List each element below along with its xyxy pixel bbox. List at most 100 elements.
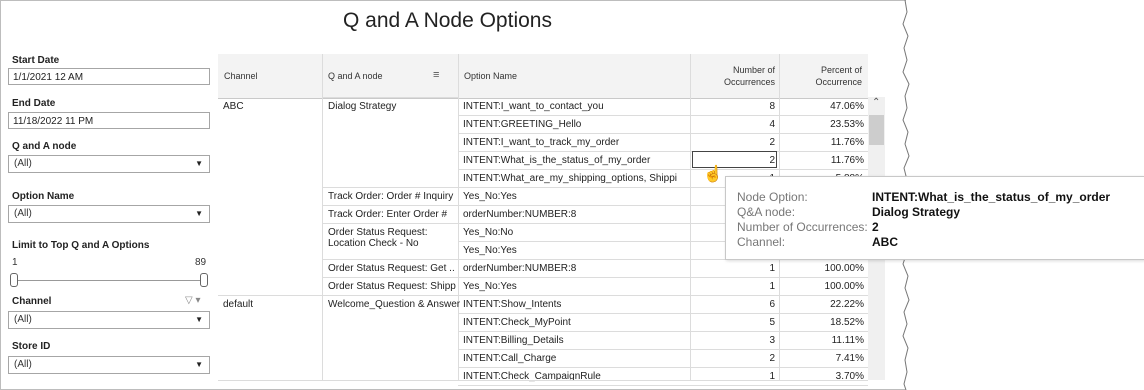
qa-node-select[interactable]: (All) ▼: [8, 155, 210, 173]
node-divider: [322, 277, 458, 278]
hand-cursor-icon: ☝: [703, 166, 723, 183]
cell-qa-node[interactable]: Track Order: Enter Order #: [328, 209, 460, 220]
cell-percent[interactable]: 23.53%: [780, 119, 864, 130]
cell-option-name[interactable]: INTENT:I_want_to_track_my_order: [463, 137, 689, 148]
cell-count[interactable]: 2: [690, 137, 775, 148]
chevron-down-icon: ▼: [195, 209, 203, 218]
scrollbar-thumb[interactable]: [869, 115, 884, 145]
cell-percent[interactable]: 11.11%: [780, 335, 864, 346]
cell-count[interactable]: 3: [690, 335, 775, 346]
end-date-label: End Date: [12, 98, 56, 109]
header-pct-1[interactable]: Percent of: [780, 65, 862, 75]
start-date-label: Start Date: [12, 55, 60, 66]
cell-option-name[interactable]: orderNumber:NUMBER:8: [463, 263, 689, 274]
node-divider: [322, 259, 458, 260]
chevron-down-icon: ▼: [195, 159, 203, 168]
tooltip-value: Dialog Strategy: [872, 205, 961, 219]
limit-label: Limit to Top Q and A Options: [12, 240, 150, 251]
slider-max: 89: [195, 257, 207, 268]
cell-channel[interactable]: ABC: [223, 101, 244, 112]
cell-option-name[interactable]: INTENT:I_want_to_contact_you: [463, 101, 689, 112]
cell-option-name[interactable]: Yes_No:Yes: [463, 191, 689, 202]
group-divider: [218, 295, 322, 296]
header-count-1[interactable]: Number of: [690, 65, 775, 75]
cell-option-name[interactable]: INTENT:Show_Intents: [463, 299, 689, 310]
cell-count[interactable]: 1: [690, 263, 775, 274]
store-select[interactable]: (All) ▼: [8, 356, 210, 374]
cell-option-name[interactable]: Yes_No:No: [463, 227, 689, 238]
cell-qa-node[interactable]: Track Order: Order # Inquiry: [328, 191, 460, 202]
cell-qa-node[interactable]: Order Status Request: Shipp: [328, 281, 460, 292]
cell-percent[interactable]: 22.22%: [780, 299, 864, 310]
cell-option-name[interactable]: INTENT:Check_MyPoint: [463, 317, 689, 328]
row-divider: [458, 169, 868, 170]
cell-option-name[interactable]: Yes_No:Yes: [463, 281, 689, 292]
header-qa-node[interactable]: Q and A node: [328, 71, 383, 81]
cell-option-name[interactable]: INTENT:Billing_Details: [463, 335, 689, 346]
row-divider: [458, 115, 868, 116]
slider-handle-min[interactable]: [10, 273, 18, 287]
row-divider: [458, 277, 868, 278]
cell-count[interactable]: 2: [690, 353, 775, 364]
slider-min: 1: [12, 257, 18, 268]
cell-option-name[interactable]: INTENT:Call_Charge: [463, 353, 689, 364]
row-divider: [458, 385, 868, 386]
node-divider: [322, 223, 458, 224]
cell-qa-node[interactable]: Order Status Request: Location Check - N…: [328, 227, 456, 249]
cell-option-name[interactable]: Yes_No:Yes: [463, 245, 689, 256]
row-divider: [458, 313, 868, 314]
tooltip-value: INTENT:What_is_the_status_of_my_order: [872, 190, 1111, 204]
row-divider: [458, 133, 868, 134]
cell-count[interactable]: 8: [690, 101, 775, 112]
cell-qa-node[interactable]: Order Status Request: Get ..: [328, 263, 460, 274]
header-channel[interactable]: Channel: [224, 71, 258, 81]
cell-percent[interactable]: 100.00%: [780, 263, 864, 274]
store-label: Store ID: [12, 341, 51, 352]
cell-count[interactable]: 4: [690, 119, 775, 130]
node-divider: [322, 187, 458, 188]
cell-option-name[interactable]: orderNumber:NUMBER:8: [463, 209, 689, 220]
start-date-field[interactable]: 1/1/2021 12 AM: [8, 68, 210, 85]
cell-percent[interactable]: 47.06%: [780, 101, 864, 112]
row-divider: [458, 151, 868, 152]
option-name-select[interactable]: (All) ▼: [8, 205, 210, 223]
cell-count[interactable]: 1: [690, 281, 775, 292]
sort-icon[interactable]: ≡: [433, 69, 439, 81]
tooltip-key: Number of Occurrences:: [737, 220, 868, 234]
cell-option-name[interactable]: INTENT:GREETING_Hello: [463, 119, 689, 130]
cell-qa-node[interactable]: Dialog Strategy: [328, 101, 460, 112]
header-pct-2[interactable]: Occurrence: [780, 77, 862, 87]
cell-percent[interactable]: 7.41%: [780, 353, 864, 364]
node-divider: [322, 97, 458, 98]
cell-count[interactable]: 5: [690, 317, 775, 328]
tooltip-value: 2: [872, 220, 879, 234]
row-divider: [458, 331, 868, 332]
slider-track[interactable]: [14, 280, 204, 281]
cell-percent[interactable]: 18.52%: [780, 317, 864, 328]
filter-icon[interactable]: ▽ ▾: [185, 295, 201, 306]
channel-select[interactable]: (All) ▼: [8, 311, 210, 329]
cell-percent[interactable]: 100.00%: [780, 281, 864, 292]
node-divider: [322, 295, 458, 296]
row-divider: [458, 367, 868, 368]
cell-percent[interactable]: 11.76%: [780, 137, 864, 148]
table-bottom: [218, 380, 868, 381]
tooltip: Node Option: INTENT:What_is_the_status_o…: [725, 176, 1144, 260]
end-date-field[interactable]: 11/18/2022 11 PM: [8, 112, 210, 129]
cell-qa-node[interactable]: Welcome_Question & Answer: [328, 299, 460, 310]
option-name-label: Option Name: [12, 191, 75, 202]
cell-percent[interactable]: 11.76%: [780, 155, 864, 166]
node-divider: [322, 205, 458, 206]
slider-handle-max[interactable]: [200, 273, 208, 287]
cell-count[interactable]: 6: [690, 299, 775, 310]
tooltip-value: ABC: [872, 235, 898, 249]
qa-node-value: (All): [14, 158, 32, 169]
cell-option-name[interactable]: INTENT:What_are_my_shipping_options, Shi…: [463, 173, 689, 184]
cell-channel[interactable]: default: [223, 299, 253, 310]
header-count-2[interactable]: Occurrences: [690, 77, 775, 87]
chevron-up-icon[interactable]: ⌃: [872, 97, 880, 108]
header-option-name[interactable]: Option Name: [464, 71, 517, 81]
cell-option-name[interactable]: INTENT:What_is_the_status_of_my_order: [463, 155, 689, 166]
tooltip-key: Channel:: [737, 235, 786, 249]
row-divider: [458, 349, 868, 350]
